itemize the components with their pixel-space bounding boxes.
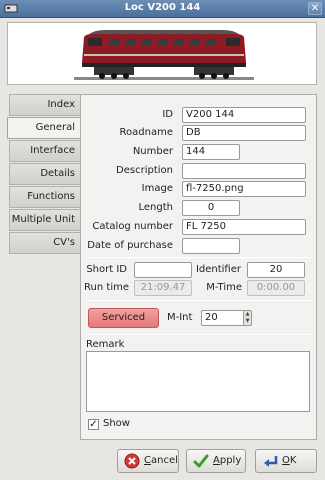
separator [89,334,311,335]
apply-label-rest: pply [219,455,242,466]
length-field[interactable]: 0 [182,200,240,216]
show-label: Show [103,418,130,429]
roadname-label: Roadname [119,127,173,138]
loco-image-panel [7,22,317,85]
tab-interface[interactable]: Interface [9,140,81,162]
identifier-field[interactable]: 20 [247,262,305,278]
separator [89,300,311,301]
image-field[interactable]: fl-7250.png [182,181,306,197]
identifier-label: Identifier [195,264,241,275]
run-time-label: Run time [84,282,129,293]
tab-multiple-unit[interactable]: Multiple Unit [9,209,81,231]
ok-arrow-icon [264,456,278,467]
show-checkbox[interactable]: ✓ [88,419,99,430]
close-icon[interactable]: ✕ [308,2,322,15]
window-title: Loc V200 144 [124,2,201,13]
apply-button[interactable]: Apply [186,449,246,473]
tab-general[interactable]: General [7,117,81,139]
checkmark-icon [193,454,209,468]
m-int-label: M-Int [167,312,193,323]
run-time-field: 21:09.47 [134,280,192,296]
spin-down-icon[interactable]: ▼ [244,318,251,325]
short-id-label: Short ID [86,264,127,275]
cancel-label-rest: ancel [150,455,178,466]
tab-cvs[interactable]: CV's [9,232,81,254]
cancel-icon [124,453,140,469]
tab-details[interactable]: Details [9,163,81,185]
m-int-spinner[interactable]: ▲ ▼ [243,310,252,326]
id-field[interactable]: V200 144 [182,107,306,123]
purchase-date-label: Date of purchase [87,240,173,251]
tab-functions[interactable]: Functions [9,186,81,208]
remark-textarea[interactable] [86,351,310,412]
ok-label-rest: K [289,455,297,466]
roadname-field[interactable]: DB [182,125,306,141]
number-label: Number [132,146,173,157]
serviced-button[interactable]: Serviced [88,308,159,328]
description-field[interactable] [182,163,306,179]
title-bar: Loc V200 144 ✕ [0,0,325,18]
tab-index[interactable]: Index [9,94,81,116]
separator [89,257,311,258]
locomotive-image [74,30,254,80]
short-id-field[interactable] [134,262,192,278]
ok-button[interactable]: OK [255,449,317,473]
catalog-number-field[interactable]: FL 7250 [182,219,306,235]
cancel-button[interactable]: Cancel [117,449,179,473]
purchase-date-field[interactable] [182,238,240,254]
m-time-label: M-Time [206,282,242,293]
m-int-field[interactable]: 20 [201,310,244,326]
catalog-number-label: Catalog number [92,221,173,232]
apply-mnemonic: A [213,455,220,466]
length-label: Length [138,202,174,213]
tab-list: Index General Interface Details Function… [7,94,81,255]
m-time-field: 0:00.00 [247,280,305,296]
number-field[interactable]: 144 [182,144,240,160]
description-label: Description [116,165,173,176]
ok-mnemonic: O [282,455,290,466]
spin-up-icon[interactable]: ▲ [244,311,251,318]
cancel-mnemonic: C [144,455,151,466]
image-label: Image [141,183,173,194]
general-tab-panel: ID V200 144 Roadname DB Number 144 Descr… [80,94,317,440]
id-label: ID [162,109,173,120]
